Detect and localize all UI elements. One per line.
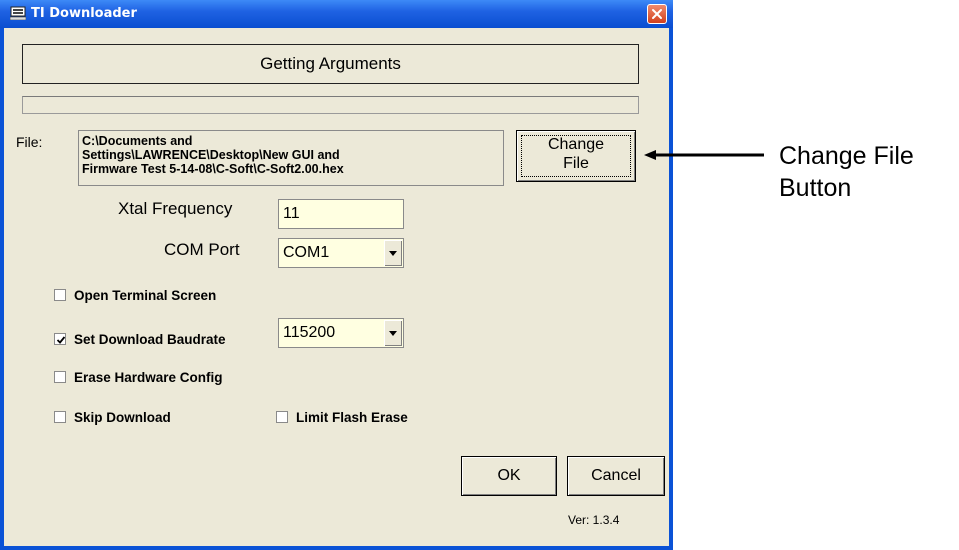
downloader-window: TI Downloader Getting Arguments File: C:… <box>0 0 673 550</box>
focus-rect <box>521 135 631 177</box>
annotation-callout: Change File Button <box>779 140 914 204</box>
annotation-line: Change File <box>779 142 914 170</box>
erase-config-checkbox[interactable] <box>54 371 66 383</box>
limit-flash-label: Limit Flash Erase <box>296 410 408 425</box>
window-title: TI Downloader <box>31 6 137 21</box>
title-bar[interactable]: TI Downloader <box>0 0 673 28</box>
xtal-frequency-input[interactable]: 11 <box>278 199 404 229</box>
arrow-left-icon <box>644 150 764 160</box>
set-baud-label: Set Download Baudrate <box>74 332 226 347</box>
erase-config-label: Erase Hardware Config <box>74 370 223 385</box>
annotation-line: Button <box>779 174 852 202</box>
file-path-line: C:\Documents and <box>82 134 193 148</box>
file-path-line: Settings\LAWRENCE\Desktop\New GUI and <box>82 148 340 162</box>
set-baud-checkbox[interactable] <box>54 333 66 345</box>
com-port-label: COM Port <box>164 240 240 259</box>
skip-download-label: Skip Download <box>74 410 171 425</box>
close-button[interactable] <box>647 4 667 24</box>
change-file-button[interactable]: Change File <box>516 130 636 182</box>
baudrate-select[interactable]: 115200 <box>278 318 404 348</box>
file-path-field: C:\Documents and Settings\LAWRENCE\Deskt… <box>78 130 504 186</box>
open-terminal-checkbox[interactable] <box>54 289 66 301</box>
check-icon <box>56 336 66 344</box>
skip-download-checkbox[interactable] <box>54 411 66 423</box>
com-port-select[interactable]: COM1 <box>278 238 404 268</box>
close-icon <box>652 9 662 19</box>
chevron-down-icon <box>389 251 397 256</box>
open-terminal-label: Open Terminal Screen <box>74 288 217 303</box>
progress-bar <box>22 96 639 114</box>
status-box: Getting Arguments <box>22 44 639 84</box>
xtal-frequency-label: Xtal Frequency <box>118 199 233 218</box>
file-path-line: Firmware Test 5-14-08\C-Soft\C-Soft2.00.… <box>82 162 344 176</box>
cancel-button[interactable]: Cancel <box>567 456 665 496</box>
com-port-value: COM1 <box>283 244 330 261</box>
baudrate-value: 115200 <box>283 324 336 341</box>
com-port-dropdown-button[interactable] <box>384 240 402 266</box>
ok-button[interactable]: OK <box>461 456 557 496</box>
baudrate-dropdown-button[interactable] <box>384 320 402 346</box>
version-label: Ver: 1.3.4 <box>568 513 620 527</box>
chevron-down-icon <box>389 331 397 336</box>
dialog-client-area: Getting Arguments File: C:\Documents and… <box>4 28 669 546</box>
limit-flash-checkbox[interactable] <box>276 411 288 423</box>
file-label: File: <box>16 134 43 150</box>
app-icon <box>9 6 27 21</box>
